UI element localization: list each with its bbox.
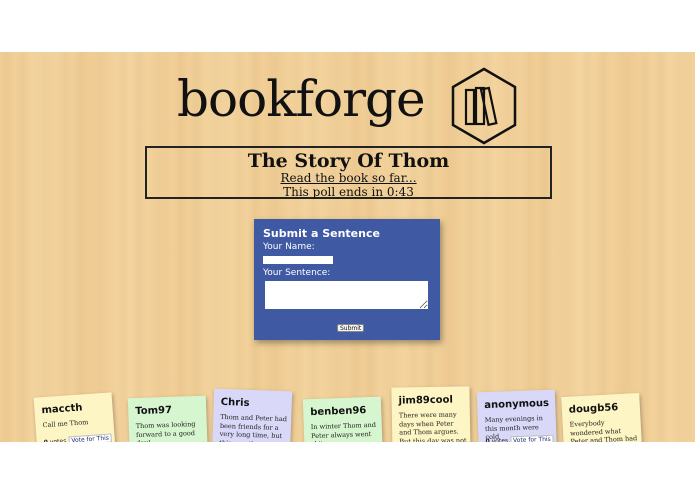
votes-word: votes bbox=[49, 437, 67, 442]
note-author: Chris bbox=[220, 396, 250, 409]
note-sentence: Call me Thom bbox=[42, 418, 89, 430]
note-sentence: In winter Thom and Peter always went ski… bbox=[310, 420, 377, 442]
form-heading: Submit a Sentence bbox=[263, 227, 380, 240]
note-sentence: Thom and Peter had been friends for a ve… bbox=[219, 412, 288, 442]
submit-button[interactable]: Submit bbox=[337, 324, 365, 332]
story-info-box: The Story Of Thom Read the book so far..… bbox=[145, 146, 552, 199]
note-author: anonymous bbox=[484, 397, 550, 412]
name-input[interactable] bbox=[263, 256, 333, 264]
note-sentence: There were many days when Peter and Thom… bbox=[398, 410, 467, 442]
sentence-note: benben96 In winter Thom and Peter always … bbox=[302, 396, 384, 442]
note-author: Tom97 bbox=[135, 404, 173, 418]
name-label: Your Name: bbox=[263, 242, 315, 252]
sentence-note: maccthCall me Thom 0votesVote for This bbox=[33, 392, 117, 442]
sentence-note: anonymous Many evenings in this month wer… bbox=[476, 389, 558, 442]
note-sentence: Thom was looking forward to a good day! bbox=[135, 420, 196, 442]
sentence-input[interactable] bbox=[265, 281, 428, 309]
sentence-note: Tom97 Thom was looking forward to a good … bbox=[127, 395, 209, 442]
note-sentence: Everybody wondered what Peter and Thom h… bbox=[569, 418, 638, 442]
read-book-link[interactable]: Read the book so far... bbox=[147, 172, 550, 185]
note-votes: 0votesVote for This bbox=[43, 433, 113, 442]
vote-count: 0 bbox=[485, 437, 490, 442]
vote-count: 0 bbox=[44, 439, 49, 442]
books-hexagon-icon bbox=[451, 67, 517, 145]
brand-name: bookforge bbox=[177, 70, 426, 128]
sentence-note: dougb56 Everybody wondered what Peter and… bbox=[561, 393, 643, 442]
wood-background: bookforge The Story Of Thom Read the boo… bbox=[0, 52, 695, 442]
vote-button[interactable]: Vote for This bbox=[509, 434, 554, 442]
story-title: The Story Of Thom bbox=[247, 150, 450, 172]
poll-timer: This poll ends in 0:43 bbox=[283, 185, 414, 199]
sentence-note: Chris Thom and Peter had been friends for… bbox=[211, 388, 293, 442]
votes-word: votes bbox=[491, 437, 509, 442]
sentence-label: Your Sentence: bbox=[263, 268, 331, 278]
sentence-note: jim89cool There were many days when Peter… bbox=[391, 386, 471, 442]
submit-sentence-form: Submit a Sentence Your Name: Your Senten… bbox=[254, 219, 440, 340]
note-author: jim89cool bbox=[398, 394, 454, 407]
vote-button[interactable]: Vote for This bbox=[68, 433, 113, 442]
note-author: dougb56 bbox=[568, 402, 619, 416]
note-author: benben96 bbox=[310, 405, 367, 419]
note-author: maccth bbox=[41, 402, 83, 417]
note-votes: 0votesVote for This bbox=[485, 434, 554, 442]
